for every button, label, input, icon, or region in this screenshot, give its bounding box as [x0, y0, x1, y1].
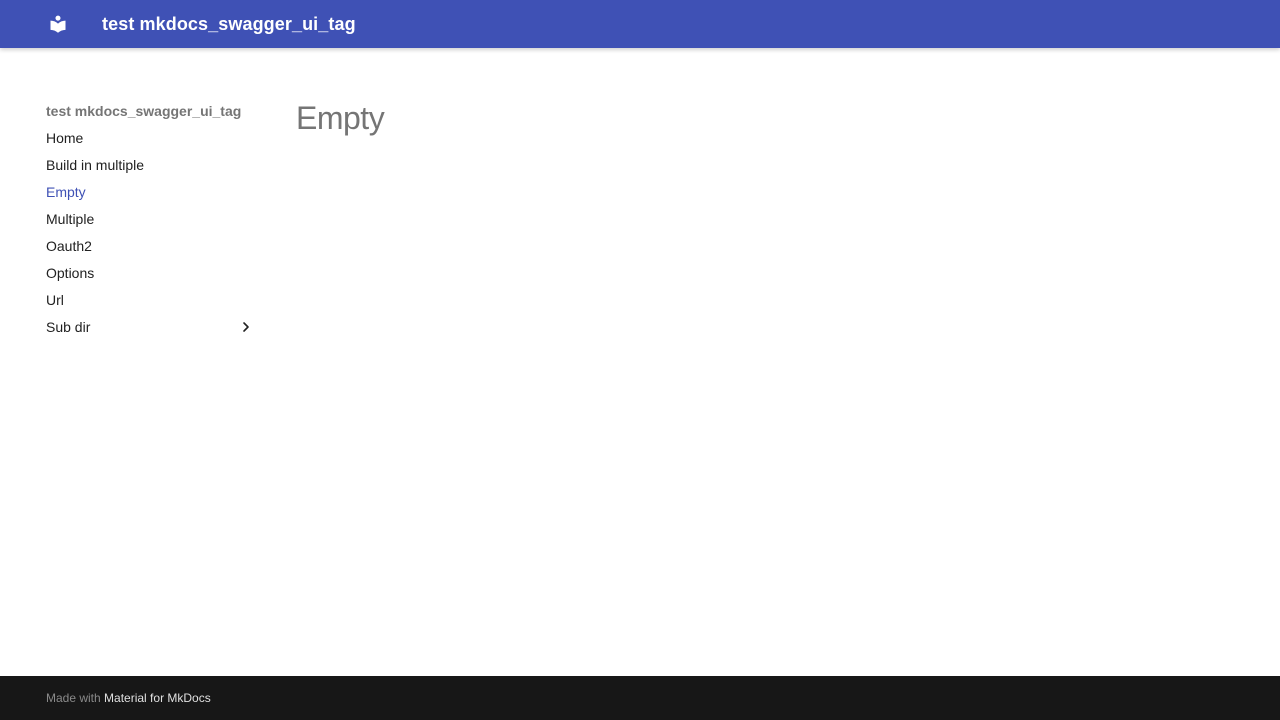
sidebar-item-home[interactable]: Home [46, 127, 256, 154]
sidebar-item-build-in-multiple[interactable]: Build in multiple [46, 154, 256, 181]
sidebar-item-multiple[interactable]: Multiple [46, 208, 256, 235]
book-icon [50, 15, 66, 33]
sidebar-item-label: Sub dir [46, 319, 91, 335]
footer: Made with Material for MkDocs [0, 676, 1280, 720]
chevron-right-icon[interactable] [240, 321, 252, 333]
sidebar-item-empty[interactable]: Empty [46, 181, 256, 208]
footer-credit: Made with Material for MkDocs [46, 690, 211, 706]
sidebar-item-options[interactable]: Options [46, 262, 256, 289]
sidebar-nav: test mkdocs_swagger_ui_tag Home Build in… [46, 100, 256, 343]
logo-button[interactable] [46, 12, 70, 36]
nav-title: test mkdocs_swagger_ui_tag [46, 103, 242, 119]
site-title[interactable]: test mkdocs_swagger_ui_tag [102, 13, 356, 35]
sidebar-item-url[interactable]: Url [46, 289, 256, 316]
header-bar: test mkdocs_swagger_ui_tag [0, 0, 1280, 48]
material-for-mkdocs-link[interactable]: Material for MkDocs [104, 691, 211, 705]
sidebar-item-oauth2[interactable]: Oauth2 [46, 235, 256, 262]
sidebar-item-sub-dir[interactable]: Sub dir [46, 316, 256, 343]
main-content: Empty [296, 98, 385, 138]
footer-prefix: Made with [46, 691, 101, 705]
page-title: Empty [296, 100, 385, 136]
